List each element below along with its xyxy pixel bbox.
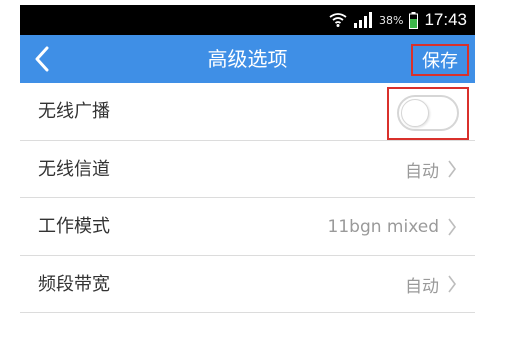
wireless-channel-label: 无线信道 (38, 158, 110, 180)
chevron-right-icon (448, 218, 456, 235)
status-bar: 38% 17:43 (20, 5, 475, 35)
work-mode-label: 工作模式 (38, 216, 110, 237)
signal-icon (354, 12, 372, 28)
setting-row-work-mode[interactable]: 工作模式 11bgn mixed (20, 198, 475, 256)
status-time: 17:43 (424, 10, 467, 29)
setting-row-wireless-channel[interactable]: 无线信道 自动 (20, 140, 475, 198)
bandwidth-value-group: 自动 (405, 256, 457, 313)
app-bar: 高级选项 保存 (20, 35, 475, 83)
chevron-left-icon (35, 46, 49, 72)
battery-icon (409, 11, 419, 29)
page-title: 高级选项 (207, 47, 288, 71)
status-icons: 38% 17:43 (329, 5, 467, 35)
chevron-right-icon (448, 160, 456, 178)
chevron-right-icon (448, 275, 456, 293)
wireless-channel-value-group: 自动 (405, 141, 457, 198)
battery-percent: 38% (379, 13, 404, 27)
settings-list: 无线广播 无线信道 自动 工作模式 11bgn mixed 频段带宽 自动 (20, 83, 475, 313)
toggle-knob (401, 99, 429, 127)
wireless-channel-value: 自动 (405, 161, 439, 182)
work-mode-value: 11bgn mixed (327, 216, 439, 237)
work-mode-value-group: 11bgn mixed (328, 198, 457, 255)
bandwidth-label: 频段带宽 (38, 273, 110, 295)
save-button[interactable]: 保存 (411, 44, 469, 76)
setting-row-bandwidth[interactable]: 频段带宽 自动 (20, 255, 475, 313)
back-button[interactable] (24, 41, 60, 77)
wireless-broadcast-label: 无线广播 (38, 101, 110, 122)
wifi-icon (329, 13, 347, 27)
bandwidth-value: 自动 (405, 276, 439, 297)
setting-row-wireless-broadcast: 无线广播 (20, 83, 475, 141)
wireless-broadcast-toggle[interactable] (397, 95, 459, 131)
